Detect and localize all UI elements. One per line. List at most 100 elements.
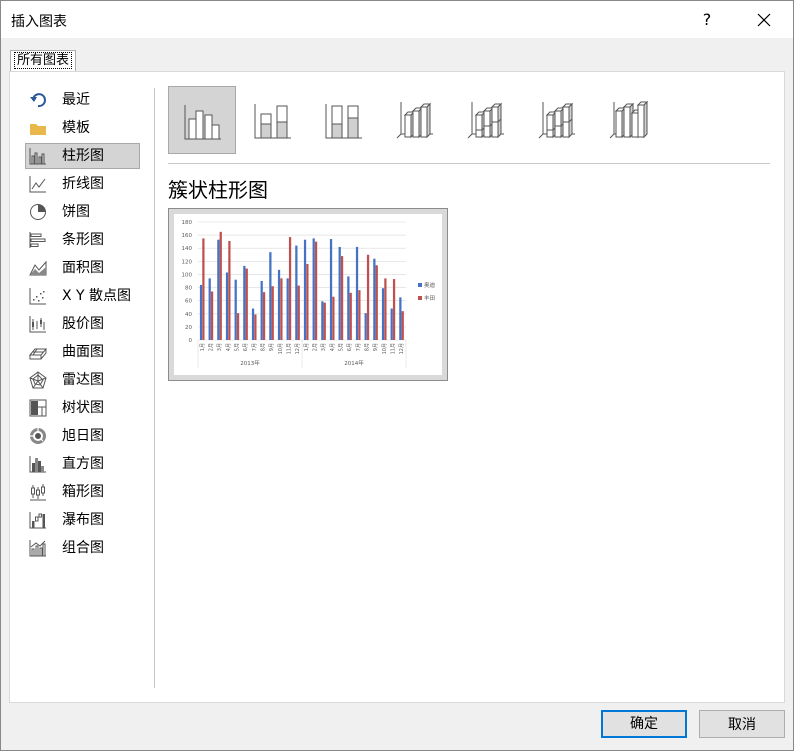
subtype-3d-100-stacked-column-button[interactable] xyxy=(523,86,591,154)
stock-chart-icon xyxy=(29,316,46,333)
chart-bar xyxy=(254,314,257,340)
sidebar-item-line-chart[interactable]: 折线图 xyxy=(24,170,142,198)
legend-label: 奥迪 xyxy=(424,281,436,289)
chart-bar xyxy=(269,252,272,340)
sidebar-item-stock-chart[interactable]: 股价图 xyxy=(24,310,142,338)
selected-chart-name: 簇状柱形图 xyxy=(168,178,268,202)
chart-bar xyxy=(381,288,385,340)
y-tick-label: 40 xyxy=(185,312,192,318)
x-tick-label: 12月 xyxy=(295,343,301,354)
chart-bar xyxy=(251,308,255,340)
horizontal-divider xyxy=(168,163,770,164)
chart-bar xyxy=(245,268,248,340)
sunburst-chart-icon xyxy=(30,428,46,444)
chart-bar xyxy=(390,308,393,340)
chart-preview[interactable]: 0 20 40 60 80 100 120 140 160 180 1月 2月 3月 4月 5月 6月 7月 8月… xyxy=(168,208,448,381)
sidebar-item-label: 条形图 xyxy=(62,232,104,248)
treemap-chart-icon xyxy=(29,399,47,417)
y-tick-label: 120 xyxy=(182,259,193,265)
sidebar-item-area-chart[interactable]: 面积图 xyxy=(24,254,142,282)
chart-bar xyxy=(286,278,289,340)
y-tick-label: 20 xyxy=(185,325,192,331)
chart-bar xyxy=(373,258,376,340)
insert-chart-dialog: 插入图表 ? 所有图表 最近 模板 柱形图 折线图 饼图 条形图 面积图 X Y 散点图 股价图… xyxy=(0,0,794,751)
sidebar-item-pie-chart[interactable]: 饼图 xyxy=(24,198,142,226)
x-tick-label: 3月 xyxy=(321,343,327,351)
y-tick-label: 80 xyxy=(185,286,192,292)
x-tick-label: 3月 xyxy=(217,343,223,351)
combo-chart-icon xyxy=(29,540,46,557)
subtype-100-stacked-column-button[interactable] xyxy=(310,86,378,154)
x-tick-label: 6月 xyxy=(347,343,353,351)
sidebar-item-label: 饼图 xyxy=(62,204,90,220)
sidebar-item-box-whisker-chart[interactable]: 箱形图 xyxy=(24,478,142,506)
x-tick-label: 2月 xyxy=(313,343,319,351)
sidebar-item-label: X Y 散点图 xyxy=(62,288,132,304)
sidebar-item-bar-chart[interactable]: 条形图 xyxy=(24,226,142,254)
x-tick-label: 11月 xyxy=(287,343,293,354)
subtype-stacked-column-button[interactable] xyxy=(239,86,307,154)
sidebar-item-undo-arrow[interactable]: 最近 xyxy=(24,86,142,114)
chart-bar xyxy=(262,292,266,340)
group-label: 2013年 xyxy=(240,359,260,367)
100-stacked-column-icon xyxy=(325,104,362,139)
sidebar-item-scatter-chart[interactable]: X Y 散点图 xyxy=(24,282,142,310)
clustered-column-icon xyxy=(184,105,221,140)
sidebar-item-label: 组合图 xyxy=(62,540,104,556)
subtype-clustered-column-button[interactable] xyxy=(168,86,236,154)
chart-bar xyxy=(347,276,350,340)
x-tick-label: 7月 xyxy=(252,343,258,351)
help-button[interactable]: ? xyxy=(691,4,723,36)
chart-bar xyxy=(236,313,240,340)
tab-all-charts[interactable]: 所有图表 xyxy=(10,50,77,71)
sidebar-item-waterfall-chart[interactable]: 瀑布图 xyxy=(24,506,142,534)
y-tick-label: 0 xyxy=(189,338,193,344)
subtype-3d-stacked-column-button[interactable] xyxy=(452,86,520,154)
ok-button[interactable]: 确定 xyxy=(601,710,687,738)
y-tick-label: 60 xyxy=(185,299,192,305)
group-label: 2014年 xyxy=(344,359,364,367)
sidebar-item-label: 面积图 xyxy=(62,260,104,276)
cancel-button[interactable]: 取消 xyxy=(699,710,785,738)
sidebar-item-folder[interactable]: 模板 xyxy=(24,114,142,142)
chart-bar xyxy=(234,279,237,340)
subtype-3d-column-button[interactable] xyxy=(594,86,662,154)
sidebar-item-combo-chart[interactable]: 组合图 xyxy=(24,534,142,562)
close-icon xyxy=(757,13,771,27)
y-tick-label: 160 xyxy=(182,233,193,239)
sidebar-item-radar-chart[interactable]: 雷达图 xyxy=(24,366,142,394)
chart-bar xyxy=(312,238,315,340)
x-tick-label: 2月 xyxy=(209,343,215,351)
chart-pane: 最近 模板 柱形图 折线图饼图条形图面积图 X Y 散点图股价图 曲面图雷达图树状图旭日图… xyxy=(9,71,785,703)
sidebar-item-label: 瀑布图 xyxy=(62,512,104,528)
chart-bar xyxy=(199,284,203,340)
3d-clustered-column-icon xyxy=(396,102,433,139)
x-tick-label: 10月 xyxy=(278,343,284,354)
sidebar-item-column-chart[interactable]: 柱形图 xyxy=(24,142,142,170)
x-tick-label: 11月 xyxy=(391,343,397,354)
chart-bar xyxy=(228,241,231,340)
chart-bar xyxy=(260,281,263,340)
sidebar-item-label: 旭日图 xyxy=(62,428,104,444)
preview-chart: 0204060801001201401601801月 2月 3月 4月 5月 6月 7月 8月… xyxy=(182,220,436,368)
sidebar-item-treemap-chart[interactable]: 树状图 xyxy=(24,394,142,422)
legend-label: 丰田 xyxy=(424,294,435,302)
x-tick-label: 8月 xyxy=(365,343,371,351)
sidebar-item-label: 树状图 xyxy=(62,400,104,416)
x-tick-label: 10月 xyxy=(382,343,388,354)
vertical-divider xyxy=(154,88,155,688)
sidebar-item-label: 雷达图 xyxy=(62,372,104,388)
sidebar-item-surface-chart[interactable]: 曲面图 xyxy=(24,338,142,366)
close-button[interactable] xyxy=(747,4,781,36)
sidebar-item-histogram-chart[interactable]: 直方图 xyxy=(24,450,142,478)
subtype-3d-clustered-column-button[interactable] xyxy=(381,86,449,154)
chart-bar xyxy=(217,239,220,340)
x-tick-label: 5月 xyxy=(339,343,345,351)
3d-100-stacked-column-icon xyxy=(538,102,575,139)
chart-bar xyxy=(288,237,292,340)
x-tick-label: 7月 xyxy=(356,343,362,351)
box-whisker-chart-icon xyxy=(30,484,46,501)
pie-chart-icon xyxy=(30,204,46,220)
chart-bar xyxy=(332,296,335,340)
sidebar-item-sunburst-chart[interactable]: 旭日图 xyxy=(24,422,142,450)
